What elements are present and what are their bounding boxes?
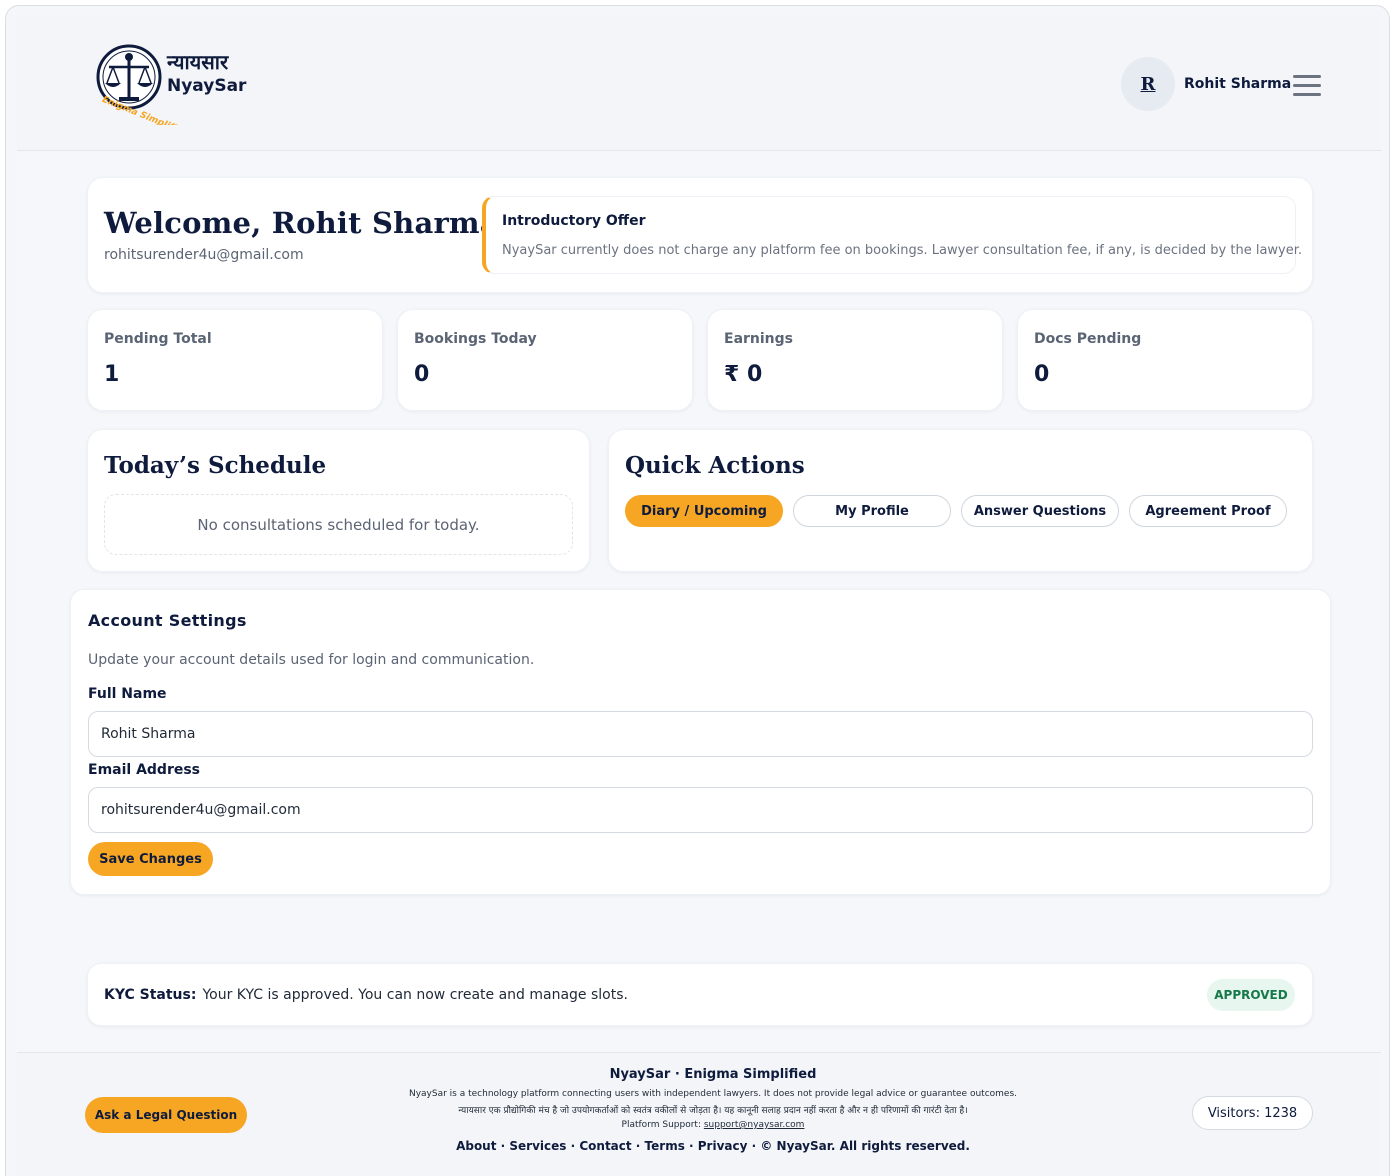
- answer-questions-button[interactable]: Answer Questions: [961, 495, 1119, 527]
- quick-actions-card: Quick Actions Diary / Upcoming My Profil…: [608, 429, 1313, 572]
- logo-hindi-text: न्यायसार: [166, 50, 229, 74]
- quick-actions-title: Quick Actions: [625, 452, 805, 479]
- visitor-counter: Visitors: 1238: [1192, 1096, 1313, 1130]
- footer-link-terms[interactable]: Terms: [645, 1139, 685, 1153]
- support-email-link[interactable]: support@nyaysar.com: [704, 1120, 805, 1130]
- status-badge: APPROVED: [1207, 979, 1295, 1011]
- footer-link-privacy[interactable]: Privacy: [698, 1139, 748, 1153]
- full-name-field[interactable]: [88, 711, 1313, 757]
- todays-schedule-card: Today’s Schedule No consultations schedu…: [87, 429, 590, 572]
- schedule-empty-state: No consultations scheduled for today.: [104, 494, 573, 555]
- kyc-status-message: Your KYC is approved. You can now create…: [202, 987, 628, 1003]
- stat-value: 1: [104, 362, 120, 387]
- footer-support: Platform Support: support@nyaysar.com: [347, 1120, 1079, 1130]
- logo-name: NyaySar: [167, 76, 247, 96]
- user-menu[interactable]: R Rohit Sharma: [1121, 57, 1291, 111]
- kyc-status-card: KYC Status: Your KYC is approved. You can…: [87, 963, 1313, 1026]
- settings-subtitle: Update your account details used for log…: [88, 652, 535, 668]
- nyaysar-logo[interactable]: Enigma Simplified न्यायसार NyaySar: [95, 41, 255, 139]
- footer-links: About · Services · Contact · Terms · Pri…: [456, 1139, 970, 1153]
- hamburger-menu-icon[interactable]: [1293, 75, 1321, 96]
- browser-frame: Enigma Simplified न्यायसार NyaySar R Roh…: [5, 5, 1390, 1176]
- scales-of-justice-logo-icon: Enigma Simplified न्यायसार NyaySar: [96, 44, 247, 139]
- email-label: Email Address: [88, 762, 201, 778]
- stat-label: Earnings: [724, 331, 794, 347]
- full-name-label: Full Name: [88, 686, 167, 702]
- footer-disclaimer-en: NyaySar is a technology platform connect…: [408, 1089, 1017, 1099]
- ask-legal-question-button[interactable]: Ask a Legal Question: [85, 1097, 247, 1133]
- save-changes-button[interactable]: Save Changes: [88, 842, 213, 876]
- stat-card-pending-total: Pending Total 1: [87, 309, 383, 411]
- offer-title: Introductory Offer: [502, 213, 646, 229]
- footer-link-about[interactable]: About: [456, 1139, 496, 1153]
- stat-label: Bookings Today: [414, 331, 537, 347]
- support-label: Platform Support:: [621, 1120, 701, 1130]
- offer-text: NyaySar currently does not charge any pl…: [502, 243, 1303, 258]
- kyc-status-label: KYC Status:: [104, 987, 197, 1003]
- user-email: rohitsurender4u@gmail.com: [104, 247, 304, 263]
- header: Enigma Simplified न्यायसार NyaySar R Roh…: [17, 17, 1381, 151]
- stat-card-bookings-today: Bookings Today 0: [397, 309, 693, 411]
- email-field[interactable]: [88, 787, 1313, 833]
- welcome-card: Welcome, Rohit Sharma rohitsurender4u@gm…: [87, 177, 1313, 293]
- stat-label: Docs Pending: [1034, 331, 1142, 347]
- stat-value: 0: [414, 362, 430, 387]
- page: Enigma Simplified न्यायसार NyaySar R Roh…: [17, 17, 1381, 1176]
- footer: Ask a Legal Question NyaySar · Enigma Si…: [17, 1052, 1381, 1176]
- menu-bar: [1293, 84, 1321, 87]
- menu-bar: [1293, 93, 1321, 96]
- stat-card-docs-pending: Docs Pending 0: [1017, 309, 1313, 411]
- settings-title: Account Settings: [88, 611, 247, 630]
- kyc-status-text: KYC Status: Your KYC is approved. You can…: [104, 987, 628, 1003]
- footer-link-contact[interactable]: Contact: [579, 1139, 631, 1153]
- stat-value: ₹ 0: [724, 362, 763, 387]
- stat-card-earnings: Earnings ₹ 0: [707, 309, 1003, 411]
- my-profile-button[interactable]: My Profile: [793, 495, 951, 527]
- account-settings-card: Account Settings Update your account det…: [70, 589, 1331, 895]
- diary-upcoming-button[interactable]: Diary / Upcoming: [625, 495, 783, 527]
- footer-link-services[interactable]: Services: [509, 1139, 566, 1153]
- user-name[interactable]: Rohit Sharma: [1184, 76, 1291, 92]
- menu-bar: [1293, 75, 1321, 78]
- footer-info: NyaySar · Enigma Simplified NyaySar is a…: [347, 1067, 1079, 1153]
- avatar[interactable]: R: [1121, 57, 1175, 111]
- footer-disclaimer-hi: न्यायसार एक प्रौद्योगिकी मंच है जो उपयोग…: [458, 1106, 968, 1116]
- agreement-proof-button[interactable]: Agreement Proof: [1129, 495, 1287, 527]
- stat-value: 0: [1034, 362, 1050, 387]
- footer-title: NyaySar · Enigma Simplified: [609, 1067, 817, 1082]
- introductory-offer-panel: Introductory Offer NyaySar currently doe…: [482, 196, 1302, 274]
- schedule-title: Today’s Schedule: [104, 452, 327, 479]
- welcome-title: Welcome, Rohit Sharma: [104, 206, 499, 240]
- footer-copyright: © NyaySar. All rights reserved.: [760, 1139, 970, 1153]
- stat-label: Pending Total: [104, 331, 212, 347]
